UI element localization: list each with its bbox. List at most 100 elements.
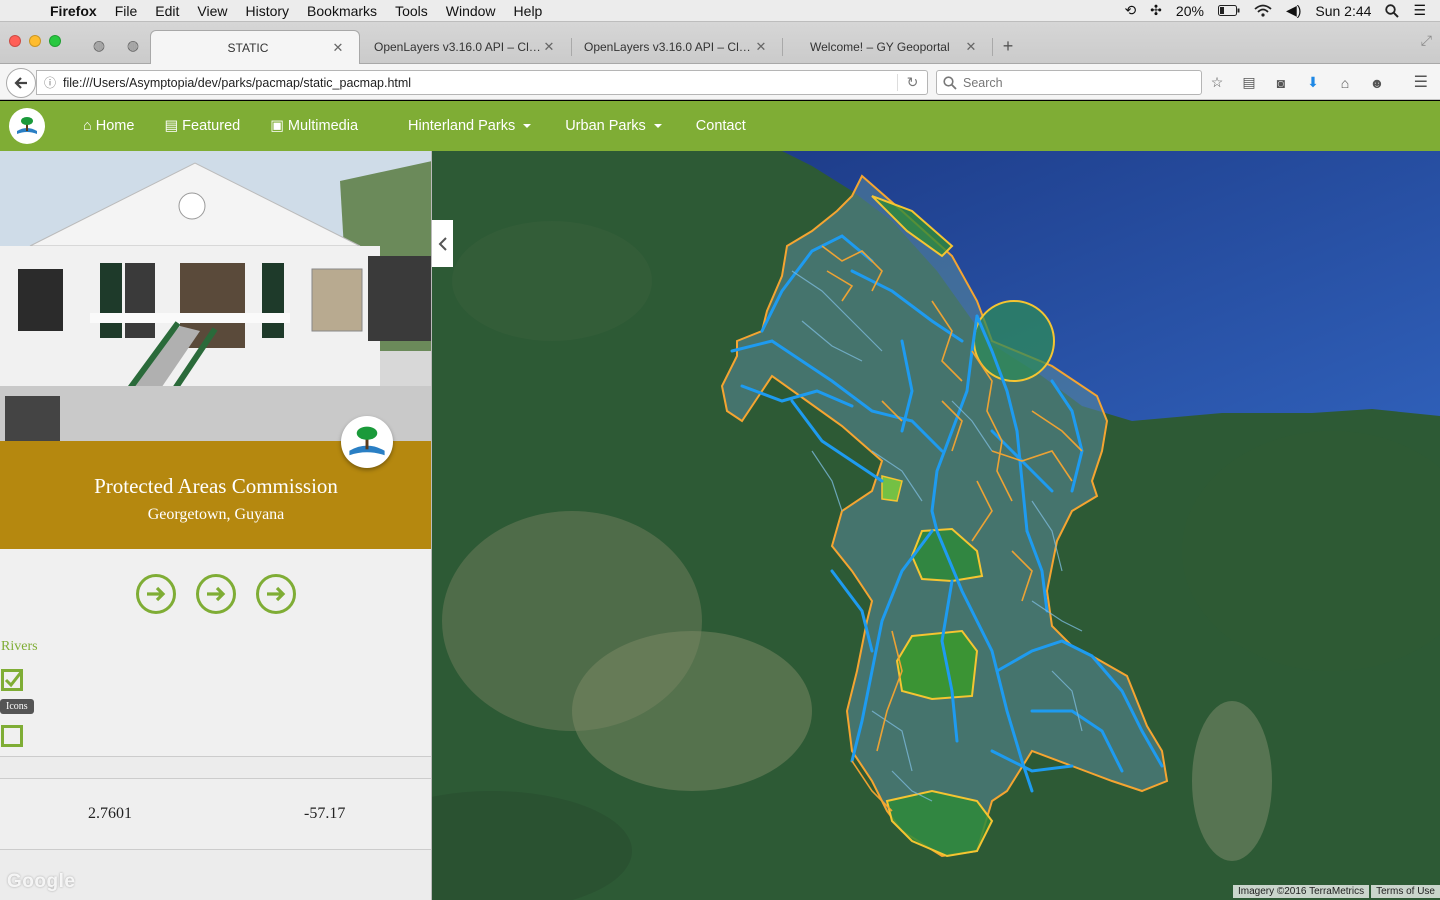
spotlight-icon[interactable] (1385, 3, 1400, 18)
commission-building-photo (0, 151, 431, 441)
search-placeholder: Search (963, 75, 1003, 90)
caret-down-icon (653, 124, 662, 128)
rivers-checkbox[interactable] (1, 669, 23, 691)
tab-strip: ◍ ◍ STATIC ✕ OpenLayers v3.16.0 API – Cl… (0, 22, 1440, 64)
tab-close-icon[interactable]: ✕ (754, 39, 768, 55)
nav-featured[interactable]: ▤ Featured (150, 118, 256, 134)
menu-help[interactable]: Help (505, 3, 552, 19)
fullscreen-icon[interactable]: ⤢ (1421, 32, 1432, 49)
menu-file[interactable]: File (106, 3, 147, 19)
tab-static[interactable]: STATIC ✕ (150, 30, 360, 64)
back-button[interactable] (6, 68, 36, 98)
time-machine-icon[interactable]: ⟲ (1124, 2, 1136, 19)
url-bar[interactable]: ⓘ file:///Users/Asymptopia/dev/parks/pac… (36, 70, 928, 95)
nav-hinterland-parks[interactable]: Hinterland Parks (374, 118, 547, 134)
tab-openlayers-2[interactable]: OpenLayers v3.16.0 API – Clas... ✕ (570, 30, 782, 64)
tab-close-icon[interactable]: ✕ (542, 39, 556, 55)
menu-app[interactable]: Firefox (44, 3, 106, 19)
latitude-value: 2.7601 (88, 805, 132, 822)
menu-tools[interactable]: Tools (386, 3, 437, 19)
nav-featured-label: Featured (182, 118, 241, 134)
commission-logo (341, 416, 393, 468)
checkmark-icon (4, 672, 20, 688)
picture-icon: ▣ (270, 118, 284, 134)
menu-history[interactable]: History (236, 3, 298, 19)
reading-list-icon[interactable]: ▤ (1240, 74, 1258, 91)
menu-bookmarks[interactable]: Bookmarks (298, 3, 386, 19)
pinned-tab-icon[interactable]: ◍ (118, 31, 148, 59)
tab-title: Welcome! – GY Geoportal (810, 40, 950, 54)
tab-geoportal[interactable]: Welcome! – GY Geoportal ✕ (782, 30, 992, 64)
reload-icon[interactable]: ↻ (897, 74, 927, 91)
search-input[interactable]: Search (936, 70, 1202, 95)
hello-icon[interactable]: ☻ (1368, 75, 1386, 91)
bluetooth-icon[interactable]: ✣ (1150, 2, 1162, 19)
google-logo: Google (7, 871, 76, 892)
browser-toolbar-icons: ☆ ▤ ◙ ⬇ ⌂ ☻ (1208, 70, 1386, 95)
nav-urban-label: Urban Parks (565, 118, 646, 134)
site-logo[interactable] (9, 108, 45, 144)
downloads-icon[interactable]: ⬇ (1304, 74, 1322, 91)
window-minimize-button[interactable] (29, 35, 41, 47)
icons-checkbox[interactable] (1, 725, 23, 747)
film-icon: ▤ (164, 118, 179, 134)
terms-link[interactable]: Terms of Use (1371, 885, 1440, 898)
map-attribution: Imagery ©2016 TerraMetrics Terms of Use (1231, 885, 1440, 898)
chevron-left-icon (438, 236, 447, 251)
hamburger-menu-icon[interactable]: ☰ (1414, 72, 1428, 92)
rivers-label: Rivers (1, 639, 38, 654)
arrow-right-icon (147, 586, 166, 602)
nav-hinterland-label: Hinterland Parks (408, 118, 516, 134)
menu-window[interactable]: Window (437, 3, 505, 19)
nav-multimedia-label: Multimedia (287, 118, 359, 134)
arrow-right-button-1[interactable] (136, 574, 176, 614)
tab-title: STATIC (227, 40, 269, 55)
arrow-right-icon (267, 586, 286, 602)
nav-contact-label: Contact (695, 118, 746, 134)
caret-down-icon (523, 124, 532, 128)
pocket-icon[interactable]: ◙ (1272, 75, 1290, 91)
browser-navbar: ⓘ file:///Users/Asymptopia/dev/parks/pac… (0, 64, 1440, 100)
home-icon: ⌂ (83, 118, 92, 134)
nav-contact[interactable]: Contact (678, 118, 762, 134)
sidebar: Protected Areas Commission Georgetown, G… (0, 151, 432, 900)
info-icon[interactable]: ⓘ (37, 74, 63, 91)
wifi-icon[interactable] (1254, 4, 1272, 17)
battery-percent: 20% (1175, 2, 1204, 19)
window-close-button[interactable] (9, 35, 21, 47)
protected-area-kanuku (895, 629, 979, 701)
window-zoom-button[interactable] (49, 35, 61, 47)
arrow-right-button-3[interactable] (256, 574, 296, 614)
arrow-right-button-2[interactable] (196, 574, 236, 614)
nav-home[interactable]: ⌂ Home (67, 118, 150, 134)
nav-multimedia[interactable]: ▣ Multimedia (256, 118, 374, 134)
layer-panel: Rivers Icons (0, 549, 431, 757)
commission-title: Protected Areas Commission (94, 474, 338, 498)
url-text[interactable]: file:///Users/Asymptopia/dev/parks/pacma… (63, 76, 897, 90)
volume-icon[interactable]: ◀) (1286, 2, 1301, 19)
pinned-tab-icon[interactable]: ◍ (84, 31, 114, 59)
search-icon (943, 75, 957, 90)
home-icon[interactable]: ⌂ (1336, 75, 1354, 91)
nav-urban-parks[interactable]: Urban Parks (547, 118, 678, 134)
nav-home-label: Home (95, 118, 135, 134)
tab-close-icon[interactable]: ✕ (964, 39, 978, 55)
map-canvas[interactable]: Imagery ©2016 TerraMetrics Terms of Use (432, 151, 1440, 900)
commission-subtitle: Georgetown, Guyana (147, 506, 285, 523)
protected-area-georgetown (973, 300, 1055, 382)
menu-edit[interactable]: Edit (146, 3, 188, 19)
imagery-credit: Imagery ©2016 TerraMetrics (1232, 885, 1370, 898)
battery-icon[interactable] (1217, 5, 1240, 16)
tab-openlayers-1[interactable]: OpenLayers v3.16.0 API – Clas... ✕ (360, 30, 570, 64)
clock[interactable]: Sun 2:44 (1315, 3, 1371, 19)
bookmark-star-icon[interactable]: ☆ (1208, 74, 1226, 91)
os-menubar: Firefox File Edit View History Bookmarks… (0, 0, 1440, 22)
new-tab-button[interactable]: + (998, 36, 1018, 57)
menu-view[interactable]: View (188, 3, 236, 19)
tab-close-icon[interactable]: ✕ (331, 40, 345, 56)
arrow-right-icon (207, 586, 226, 602)
icons-tooltip: Icons (0, 699, 34, 714)
notification-center-icon[interactable]: ☰ (1413, 2, 1426, 19)
collapse-sidebar-button[interactable] (432, 220, 453, 267)
site-navbar: ⌂ Home ▤ Featured ▣ Multimedia Hinterlan… (0, 101, 1440, 151)
